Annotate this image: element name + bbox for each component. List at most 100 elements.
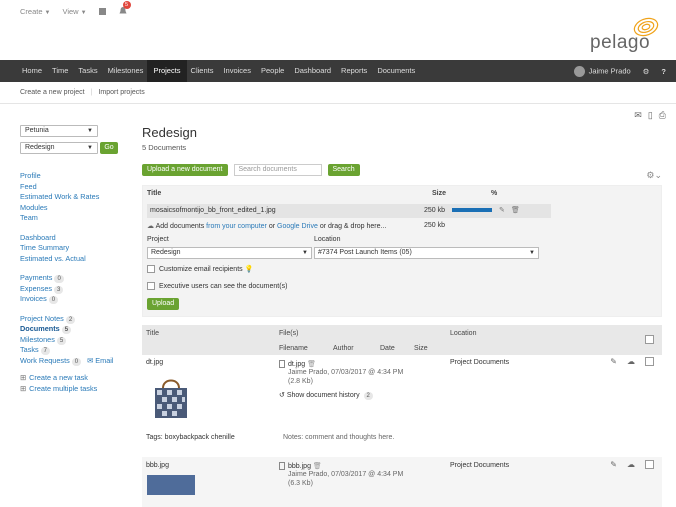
upload-submit-button[interactable]: Upload xyxy=(147,298,180,310)
upload-panel: Title Size % mosaicsofmontijo_bb_front_e… xyxy=(142,185,662,317)
bag-thumbnail-image[interactable] xyxy=(147,374,195,422)
help-icon[interactable]: ? xyxy=(661,67,666,76)
search-documents-input[interactable]: Search documents xyxy=(233,164,322,176)
sidebar-item-milestones[interactable]: Milestones 5 xyxy=(20,335,130,346)
create-menu-label: Create xyxy=(20,6,43,16)
document-count: 5 Documents xyxy=(142,143,187,152)
count-badge: 0 xyxy=(71,357,82,366)
nav-tasks[interactable]: Tasks xyxy=(78,60,97,82)
work-requests-link[interactable]: Work Requests 0 xyxy=(20,356,82,366)
sidebar-item-dashboard[interactable]: Dashboard xyxy=(20,233,130,244)
sidebar-item-expenses[interactable]: Expenses 3 xyxy=(20,284,130,295)
sidebar-item-time-summary[interactable]: Time Summary xyxy=(20,243,130,254)
pencil-icon[interactable]: ✎ xyxy=(610,357,617,366)
create-multiple-tasks-link[interactable]: ⊞ Create multiple tasks xyxy=(20,384,130,395)
nav-milestones[interactable]: Milestones xyxy=(108,60,144,82)
nav-clients[interactable]: Clients xyxy=(191,60,214,82)
search-button[interactable]: Search xyxy=(327,164,360,176)
print-icon[interactable]: ⎙ xyxy=(659,110,666,121)
sidebar-item-invoices[interactable]: Invoices 0 xyxy=(20,294,130,305)
sidebar-item-payments[interactable]: Payments 0 xyxy=(20,273,130,284)
sidebar-item-feed[interactable]: Feed xyxy=(20,182,130,193)
nav-documents[interactable]: Documents xyxy=(377,60,415,82)
location-dropdown[interactable]: #7374 Post Launch Items (05) ▼ xyxy=(314,247,539,259)
file-link[interactable]: bbb.jpg xyxy=(288,463,311,470)
create-menu[interactable]: Create ▼ xyxy=(20,7,50,16)
col-filename[interactable]: Filename xyxy=(279,345,308,352)
customize-recipients-checkbox[interactable] xyxy=(147,265,155,274)
nav-people[interactable]: People xyxy=(261,60,284,82)
col-author[interactable]: Author xyxy=(333,345,354,352)
import-projects-link[interactable]: Import projects xyxy=(98,89,144,96)
sidebar-item-project-notes[interactable]: Project Notes 2 xyxy=(20,314,130,325)
exec-users-row: Executive users can see the document(s) xyxy=(147,282,287,290)
row-checkbox[interactable] xyxy=(645,460,654,469)
sidebar-item-modules[interactable]: Modules xyxy=(20,203,130,214)
chevron-down-icon: ▼ xyxy=(302,250,308,256)
cloud-upload-icon: ☁ xyxy=(147,223,154,230)
trash-icon[interactable]: 🗑 xyxy=(511,204,520,218)
nav-projects[interactable]: Projects xyxy=(147,60,187,82)
sidebar-item-documents[interactable]: Documents 5 xyxy=(20,324,130,335)
user-menu[interactable]: Jaime Prado xyxy=(573,65,631,77)
notes-icon[interactable] xyxy=(98,7,106,15)
settings-gear-icon[interactable]: ⚙⌄ xyxy=(646,170,662,181)
google-drive-link[interactable]: Google Drive xyxy=(277,223,318,230)
nav-reports[interactable]: Reports xyxy=(341,60,367,82)
create-task-link[interactable]: ⊞ Create a new task xyxy=(20,373,130,384)
bag-thumbnail-image[interactable] xyxy=(147,475,195,495)
upload-file-name: mosaicsofmontijo_bb_front_edited_1.jpg xyxy=(150,207,276,214)
chevron-down-icon: ▼ xyxy=(87,145,93,151)
pdf-icon[interactable]: ▯ xyxy=(648,110,653,121)
upload-col-title: Title xyxy=(147,190,162,197)
pelago-logo[interactable]: pelago xyxy=(590,14,660,54)
doc-notes: Notes: comment and thoughts here. xyxy=(283,434,395,441)
col-files: File(s) xyxy=(279,330,299,337)
project-select[interactable]: Redesign ▼ xyxy=(20,142,98,154)
count-badge: 3 xyxy=(54,285,64,294)
sidebar-item-tasks[interactable]: Tasks 7 xyxy=(20,345,130,356)
from-computer-link[interactable]: from your computer xyxy=(206,223,267,230)
gear-icon[interactable]: ⚙ xyxy=(643,67,650,76)
client-select[interactable]: Petunia ▼ xyxy=(20,125,98,137)
upload-new-document-button[interactable]: Upload a new document xyxy=(142,164,228,176)
pencil-icon[interactable]: ✎ xyxy=(610,460,617,469)
exec-users-checkbox[interactable] xyxy=(147,282,155,290)
nav-dashboard[interactable]: Dashboard xyxy=(294,60,331,82)
col-size[interactable]: Size xyxy=(414,345,428,352)
go-button[interactable]: Go xyxy=(100,142,118,154)
create-project-link[interactable]: Create a new project xyxy=(20,89,85,96)
file-link[interactable]: dt.jpg xyxy=(288,361,305,368)
cloud-download-icon[interactable]: ☁ xyxy=(627,460,635,469)
customize-recipients-row: Customize email recipients 💡 xyxy=(147,265,253,274)
sidebar-item-team[interactable]: Team xyxy=(20,213,130,224)
nav-invoices[interactable]: Invoices xyxy=(223,60,251,82)
sidebar-item-profile[interactable]: Profile xyxy=(20,171,130,182)
row-checkbox[interactable] xyxy=(645,357,654,366)
pencil-icon[interactable]: ✎ xyxy=(499,204,505,218)
file-icon xyxy=(279,462,285,470)
col-date[interactable]: Date xyxy=(380,345,395,352)
select-all-checkbox[interactable] xyxy=(645,335,654,344)
show-history-link[interactable]: ↺ Show document history 2 xyxy=(279,392,403,401)
nav-home[interactable]: Home xyxy=(22,60,42,82)
nav-time[interactable]: Time xyxy=(52,60,68,82)
doc-location: Project Documents xyxy=(450,359,510,366)
sidebar-item-estimated-work[interactable]: Estimated Work & Rates xyxy=(20,192,130,203)
view-menu[interactable]: View ▼ xyxy=(62,7,86,16)
sidebar-item-estimated-vs-actual[interactable]: Estimated vs. Actual xyxy=(20,254,130,265)
trash-icon[interactable]: 🗑 xyxy=(313,463,322,470)
notifications-bell-icon[interactable]: 5 xyxy=(118,1,131,16)
work-requests-email-link[interactable]: Email xyxy=(95,356,113,365)
email-icon[interactable]: ✉ xyxy=(634,110,642,121)
cloud-download-icon[interactable]: ☁ xyxy=(627,357,635,366)
doc-title[interactable]: dt.jpg xyxy=(146,359,163,366)
count-badge: 5 xyxy=(61,326,72,334)
view-menu-label: View xyxy=(62,6,79,16)
upload-file-row: mosaicsofmontijo_bb_front_edited_1.jpg 2… xyxy=(147,204,551,218)
doc-title[interactable]: bbb.jpg xyxy=(146,462,169,469)
project-dropdown[interactable]: Redesign ▼ xyxy=(147,247,312,259)
history-icon: ↺ xyxy=(279,392,285,400)
trash-icon[interactable]: 🗑 xyxy=(307,361,316,368)
count-badge: 0 xyxy=(54,275,64,283)
